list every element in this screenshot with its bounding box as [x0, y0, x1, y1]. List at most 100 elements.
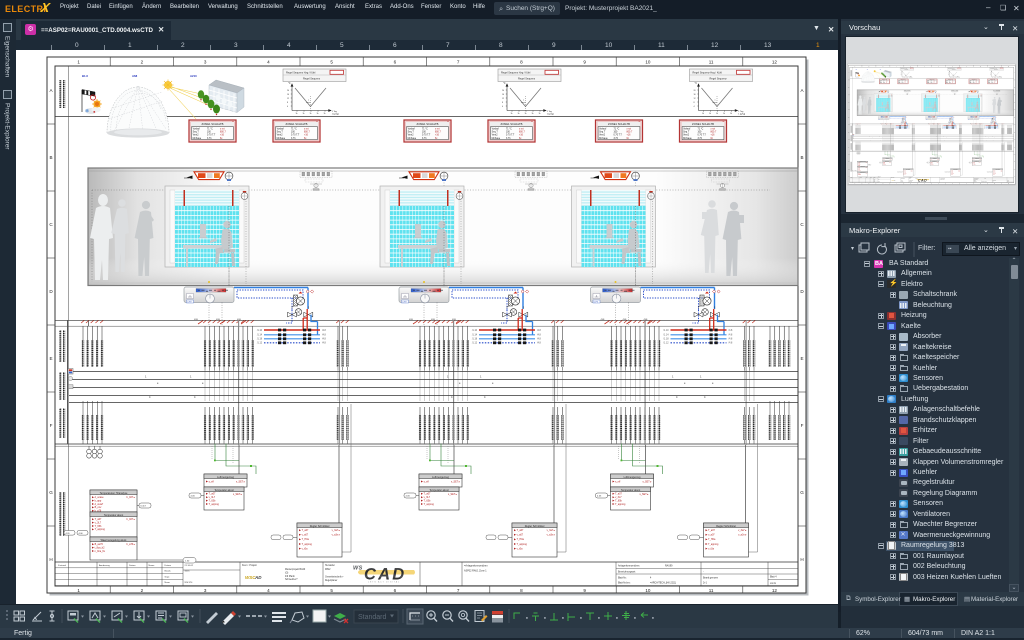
svg-text:F: F: [50, 423, 53, 428]
svg-text:Regel Sequenz Hzg / Kühl: Regel Sequenz Hzg / Kühl: [286, 71, 316, 74]
svg-text:1: 1: [77, 588, 80, 593]
svg-text:x rot: x rot: [304, 127, 309, 130]
svg-text:9: 9: [583, 588, 586, 593]
svg-text:Bearb.: Bearb.: [165, 570, 172, 573]
svg-text:9: 9: [583, 60, 586, 65]
svg-text:3: 3: [204, 588, 207, 593]
svg-text:3.7h: 3.7h: [207, 138, 212, 140]
svg-text:B: B: [800, 155, 803, 160]
svg-text:/1.18: /1.18: [257, 339, 263, 341]
svg-text:A210: A210: [190, 74, 197, 78]
svg-text:=Anlagenkennzeichen: =Anlagenkennzeichen: [464, 565, 488, 568]
svg-text:10: 10: [645, 60, 651, 65]
svg-text:Hersteller: Hersteller: [325, 564, 335, 567]
svg-text:s_SET ▸: s_SET ▸: [233, 493, 242, 496]
svg-text:Vent2: Vent2: [193, 134, 200, 137]
svg-text:F: F: [801, 423, 804, 428]
svg-text:MnSaue: MnSaue: [277, 138, 286, 140]
svg-text:7: 7: [457, 60, 460, 65]
svg-text:LETS ACT DIGITAL: LETS ACT DIGITAL: [368, 581, 400, 584]
svg-text:Krem : Projekt: Krem : Projekt: [242, 564, 257, 567]
svg-text:12: 12: [772, 60, 778, 65]
svg-text:Gewerbetechnik +: Gewerbetechnik +: [325, 575, 344, 578]
svg-text:0.70 T.T: 0.70 T.T: [207, 135, 216, 137]
svg-text:von E: von E: [770, 583, 776, 585]
svg-text:2: 2: [141, 588, 144, 593]
svg-text:1k: 1k: [310, 113, 312, 115]
svg-text:G: G: [800, 490, 804, 495]
svg-text:4SB: 4SB: [194, 319, 198, 321]
svg-text:b_027 ▸: b_027 ▸: [126, 496, 135, 499]
svg-text:2: 2: [141, 60, 144, 65]
svg-text:ZONE1 SCHALTB: ZONE1 SCHALTB: [202, 122, 224, 126]
svg-text:T_approg: T_approg: [302, 543, 313, 546]
svg-text:=ARCH/TECH_[HK:2211]: =ARCH/TECH_[HK:2211]: [650, 582, 676, 585]
svg-text:T_approg: T_approg: [95, 528, 106, 531]
svg-text:0.PV: 0.PV: [187, 302, 192, 304]
svg-text:4SB: 4SB: [216, 319, 220, 321]
svg-text:Seq.T: Seq.T: [277, 132, 284, 134]
svg-text:°C: °C: [288, 83, 291, 85]
svg-text:Vorlauf: Vorlauf: [193, 127, 201, 130]
svg-text:Gepr.: Gepr.: [165, 575, 171, 578]
svg-text:Seq.T: Seq.T: [193, 132, 200, 134]
svg-text:Datum: Datum: [165, 564, 172, 567]
svg-text:xx: xx: [232, 121, 234, 123]
svg-text:T_approg: T_approg: [209, 503, 220, 506]
svg-text:T_a07: T_a07: [302, 529, 309, 532]
svg-text:/1.10: /1.10: [257, 330, 263, 332]
svg-text:v_a07: v_a07: [302, 534, 309, 537]
svg-text:7: 7: [457, 588, 460, 593]
svg-text:Temperatur akust: Temperatur akust: [214, 489, 234, 492]
svg-text:11: 11: [709, 588, 714, 593]
svg-text:Regel Sequenz: Regel Sequenz: [303, 78, 321, 81]
svg-text:800.7: 800.7: [220, 132, 226, 134]
svg-text:T_H0a: T_H0a: [302, 538, 310, 541]
svg-text:Blatt 4: Blatt 4: [770, 576, 777, 579]
svg-text:Bearb.grenzen: Bearb.grenzen: [703, 577, 719, 580]
svg-text:v_t0a: v_t0a: [302, 547, 309, 550]
svg-text:Blatt-Nr.ber.:: Blatt-Nr.ber.:: [618, 582, 631, 585]
svg-text:b_a76 ▸: b_a76 ▸: [126, 543, 135, 546]
svg-text:Vent2: Vent2: [277, 134, 284, 137]
svg-text:3.7h: 3.7h: [291, 138, 296, 140]
svg-text:12: 12: [772, 588, 778, 593]
svg-text:1k: 1k: [317, 113, 319, 115]
svg-text:G: G: [49, 490, 53, 495]
svg-text:Schweitzer?: Schweitzer?: [285, 578, 298, 581]
svg-text:Luftmengenreg: Luftmengenreg: [217, 476, 234, 479]
svg-text:(O): (O): [285, 572, 289, 574]
svg-text:s_SET ▸: s_SET ▸: [236, 481, 245, 484]
svg-text:Name: Name: [149, 565, 156, 567]
svg-text:8: 8: [287, 102, 288, 104]
svg-text:Aenderung: Aenderung: [99, 564, 110, 567]
svg-text:Zustand: Zustand: [58, 564, 67, 567]
svg-text:ASP02 RAU1 Zone 1: ASP02 RAU1 Zone 1: [464, 570, 487, 573]
svg-text:x rot: x rot: [220, 127, 225, 130]
svg-text:20: 20: [287, 90, 289, 92]
svg-text:6: 6: [394, 60, 397, 65]
svg-text:4SB: 4SB: [237, 319, 241, 321]
svg-text:5: 5: [330, 588, 333, 593]
svg-text:A68: A68: [132, 74, 138, 78]
svg-text:0.70 T.T: 0.70 T.T: [291, 135, 300, 137]
svg-text:Waermeregelung akust: Waermeregelung akust: [101, 539, 127, 542]
svg-text:B1.6: B1.6: [82, 74, 88, 78]
svg-text:3: 3: [204, 60, 207, 65]
svg-text:AD: AD: [254, 575, 262, 580]
svg-text:4: 4: [287, 106, 288, 108]
svg-text:v_a3n ▸: v_a3n ▸: [332, 534, 340, 537]
svg-text:s_eff: s_eff: [209, 481, 214, 484]
svg-text:n_8ca_6L: n_8ca_6L: [95, 550, 106, 553]
svg-text:8: 8: [520, 588, 523, 593]
svg-text:Norm: Norm: [165, 581, 171, 584]
svg-text:4: 4: [267, 60, 270, 65]
svg-text:Regler Schnittstel: Regler Schnittstel: [310, 525, 330, 528]
svg-text:4/9 Planb: 4/9 Planb: [285, 576, 295, 578]
svg-text:RAU99: RAU99: [665, 565, 673, 568]
svg-text:/1.14: /1.14: [257, 335, 263, 337]
svg-text:Standard: Standard: [358, 614, 387, 621]
svg-text:Bezeichnungsart:: Bezeichnungsart:: [618, 571, 636, 574]
svg-text:10: 10: [645, 588, 651, 593]
svg-text:Temperatur akust: Temperatur akust: [104, 514, 124, 517]
